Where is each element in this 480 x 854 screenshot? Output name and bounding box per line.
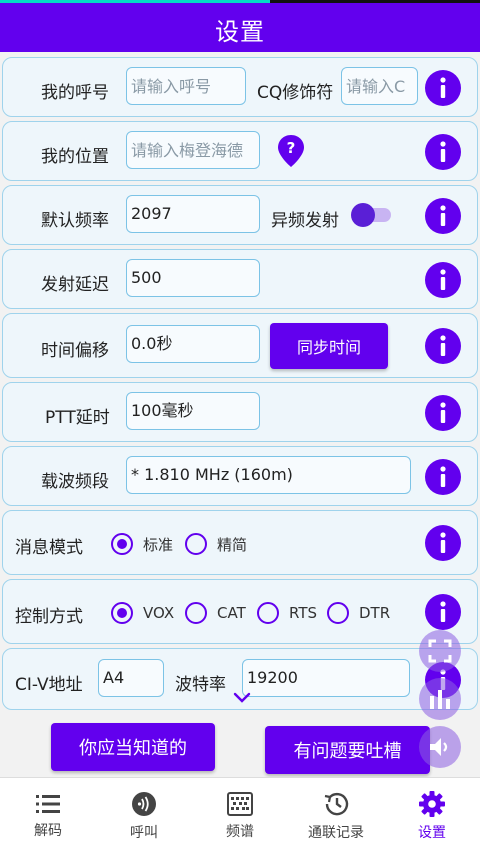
cq-modifier-input[interactable]	[341, 67, 418, 105]
band-label: 载波频段	[41, 472, 109, 492]
tx-delay-info-button[interactable]	[425, 262, 461, 298]
sync-time-button[interactable]: 同步时间	[270, 323, 388, 369]
radio-message-standard-label: 标准	[143, 536, 174, 554]
radio-control-vox[interactable]	[111, 602, 133, 624]
baud-rate-label: 波特率	[175, 675, 226, 695]
radio-control-dtr-label: DTR	[359, 604, 391, 622]
fullscreen-icon	[428, 639, 452, 663]
app-bar: 设置	[0, 6, 480, 52]
nav-item-decode[interactable]: 解码	[0, 778, 96, 854]
tx-delay-input[interactable]: 500	[126, 259, 260, 297]
ptt-delay-info-button[interactable]	[425, 395, 461, 431]
history-icon	[324, 792, 349, 816]
info-icon	[440, 335, 446, 356]
radio-control-cat[interactable]	[185, 602, 207, 624]
radio-icon	[132, 792, 156, 816]
ptt-delay-input[interactable]: 100毫秒	[126, 392, 260, 430]
fullscreen-float-button[interactable]	[419, 630, 461, 672]
nav-item-spectrum-label: 频谱	[226, 824, 254, 840]
volume-float-button[interactable]	[419, 726, 461, 768]
info-icon	[440, 77, 446, 98]
radio-message-compact-label: 精简	[217, 536, 248, 554]
feedback-button[interactable]: 有问题要吐槽	[265, 726, 430, 774]
tx-delay-row: 发射延迟 500	[2, 249, 478, 309]
waterfall-icon	[227, 792, 253, 816]
time-offset-input[interactable]: 0.0秒	[126, 325, 260, 363]
civ-address-label: CI-V地址	[15, 675, 83, 695]
nav-item-call[interactable]: 呼叫	[96, 778, 192, 854]
tx-delay-label: 发射延迟	[41, 275, 109, 295]
frequency-input[interactable]: 2097	[126, 195, 260, 233]
control-method-label: 控制方式	[15, 607, 83, 627]
status-dark-bar	[270, 0, 480, 3]
location-label: 我的位置	[41, 147, 109, 167]
split-tx-toggle[interactable]	[349, 202, 393, 228]
feedback-label: 有问题要吐槽	[293, 741, 402, 762]
radio-control-rts-label: RTS	[289, 604, 318, 622]
frequency-info-button[interactable]	[425, 198, 461, 234]
location-input[interactable]	[126, 131, 260, 169]
know-this-label: 你应当知道的	[79, 738, 187, 759]
ptt-delay-label: PTT延时	[45, 408, 110, 428]
know-this-button[interactable]: 你应当知道的	[51, 723, 215, 771]
callsign-info-button[interactable]	[425, 70, 461, 106]
split-tx-label: 异频发射	[271, 211, 339, 231]
nav-item-spectrum[interactable]: 频谱	[192, 778, 288, 854]
message-mode-label: 消息模式	[15, 538, 83, 558]
callsign-row: 我的呼号 CQ修饰符	[2, 57, 478, 117]
callsign-label: 我的呼号	[41, 83, 109, 103]
bottom-navigation: 解码 呼叫 频谱 通联记录 设置	[0, 777, 480, 854]
info-icon	[440, 601, 446, 622]
time-offset-row: 时间偏移 0.0秒 同步时间	[2, 313, 478, 378]
band-info-button[interactable]	[425, 459, 461, 495]
radio-control-vox-label: VOX	[143, 604, 175, 622]
list-icon	[36, 795, 60, 813]
callsign-input[interactable]	[126, 67, 246, 105]
nav-item-settings-label: 设置	[418, 825, 446, 841]
info-icon	[440, 466, 446, 487]
locate-help-icon[interactable]: ?	[277, 134, 305, 168]
sync-time-label: 同步时间	[296, 338, 361, 357]
nav-item-call-label: 呼叫	[130, 825, 158, 841]
nav-item-log-label: 通联记录	[308, 825, 364, 841]
control-method-row: 控制方式 VOX CAT RTS DTR	[2, 579, 478, 644]
message-mode-info-button[interactable]	[425, 525, 461, 561]
control-method-info-button[interactable]	[425, 594, 461, 630]
toggle-thumb	[351, 203, 375, 227]
cq-modifier-label: CQ修饰符	[257, 83, 334, 103]
info-icon	[440, 141, 446, 162]
frequency-row: 默认频率 2097 异频发射	[2, 185, 478, 245]
gear-icon	[419, 791, 445, 817]
baud-rate-select[interactable]: 19200	[242, 659, 410, 697]
nav-item-settings[interactable]: 设置	[384, 778, 480, 854]
ptt-delay-row: PTT延时 100毫秒	[2, 382, 478, 442]
location-row: 我的位置 ?	[2, 121, 478, 181]
message-mode-row: 消息模式 标准 精简	[2, 510, 478, 575]
nav-item-log[interactable]: 通联记录	[288, 778, 384, 854]
time-offset-info-button[interactable]	[425, 328, 461, 364]
info-icon	[440, 402, 446, 423]
radio-message-standard[interactable]	[111, 533, 133, 555]
location-info-button[interactable]	[425, 134, 461, 170]
frequency-label: 默认频率	[41, 211, 109, 231]
spectrum-float-button[interactable]	[419, 678, 461, 720]
radio-control-cat-label: CAT	[217, 604, 246, 622]
svg-text:?: ?	[287, 139, 296, 157]
radio-message-compact[interactable]	[185, 533, 207, 555]
band-select[interactable]: * 1.810 MHz (160m)	[126, 456, 411, 494]
chevron-down-icon[interactable]	[233, 692, 251, 704]
nav-item-decode-label: 解码	[34, 823, 62, 839]
info-icon	[440, 205, 446, 226]
volume-icon	[430, 738, 448, 756]
info-icon	[440, 269, 446, 290]
info-icon	[440, 532, 446, 553]
civ-address-input[interactable]: A4	[98, 659, 164, 697]
radio-control-dtr[interactable]	[327, 602, 349, 624]
time-offset-label: 时间偏移	[41, 341, 109, 361]
bars-icon	[430, 690, 450, 709]
page-title: 设置	[215, 17, 265, 46]
band-row: 载波频段 * 1.810 MHz (160m)	[2, 446, 478, 506]
status-accent-bar	[0, 0, 270, 3]
radio-control-rts[interactable]	[257, 602, 279, 624]
